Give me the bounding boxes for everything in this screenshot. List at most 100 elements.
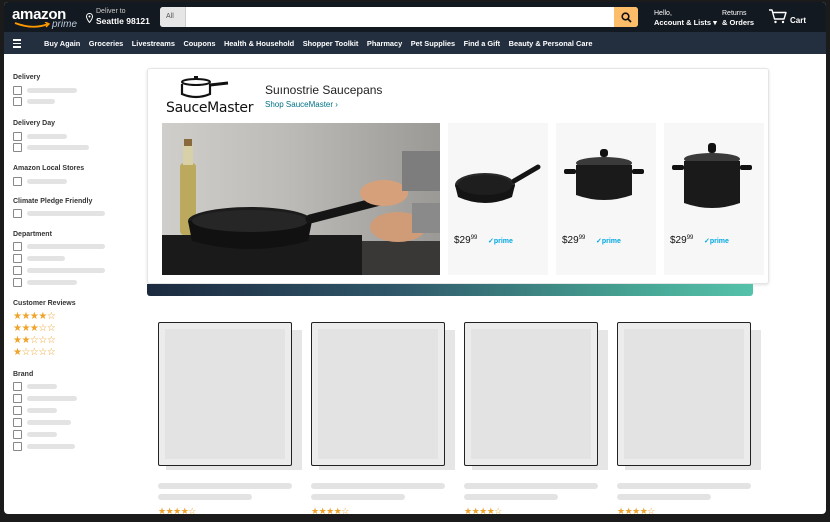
account-greeting: Hello, bbox=[654, 10, 672, 17]
filter-title-brand: Brand bbox=[13, 371, 34, 378]
product-image-placeholder[interactable] bbox=[464, 322, 598, 466]
filter-option-placeholder bbox=[27, 88, 77, 93]
nav-item-shopper-toolkit[interactable]: Shopper Toolkit bbox=[303, 39, 359, 48]
product-title-placeholder bbox=[311, 483, 445, 489]
returns-orders-link[interactable]: Returns & Orders bbox=[722, 9, 754, 27]
filter-option-placeholder bbox=[27, 134, 67, 139]
brand-logo[interactable]: SauceMaster bbox=[166, 74, 253, 116]
product-title-placeholder bbox=[158, 483, 292, 489]
product-rating-stars[interactable]: ★★★★☆ bbox=[158, 506, 196, 514]
rating-filter-3-stars[interactable]: ★★★☆☆ bbox=[13, 324, 56, 334]
account-lists-menu[interactable]: Hello, Account & Lists ▾ bbox=[654, 9, 717, 27]
product-image-placeholder[interactable] bbox=[158, 322, 292, 466]
product-image-placeholder[interactable] bbox=[311, 322, 445, 466]
product-tile[interactable] bbox=[464, 322, 608, 470]
filter-checkbox[interactable] bbox=[13, 254, 22, 263]
filter-option-placeholder bbox=[27, 268, 105, 273]
banner-product-card[interactable]: $2999 ✓prime bbox=[556, 123, 656, 275]
filter-checkbox[interactable] bbox=[13, 278, 22, 287]
search-button[interactable] bbox=[614, 7, 638, 27]
product-tile[interactable] bbox=[617, 322, 761, 470]
price-fraction: 99 bbox=[686, 235, 694, 241]
filter-option-placeholder bbox=[27, 420, 71, 425]
filter-option-placeholder bbox=[27, 280, 77, 285]
search-input[interactable] bbox=[187, 7, 612, 27]
filter-checkbox[interactable] bbox=[13, 418, 22, 427]
product-rating-stars[interactable]: ★★★★☆ bbox=[617, 506, 655, 514]
product-image-placeholder[interactable] bbox=[617, 322, 751, 466]
filter-checkbox[interactable] bbox=[13, 266, 22, 275]
filter-checkbox[interactable] bbox=[13, 382, 22, 391]
filter-checkbox[interactable] bbox=[13, 430, 22, 439]
filter-checkbox[interactable] bbox=[13, 97, 22, 106]
nav-item-health-household[interactable]: Health & Household bbox=[224, 39, 294, 48]
logo-prime-text: prime bbox=[52, 19, 78, 30]
prime-badge: ✓prime bbox=[488, 238, 513, 245]
filter-option-placeholder bbox=[27, 179, 67, 184]
deliver-to-location[interactable]: Deliver to Seattle 98121 bbox=[86, 7, 161, 29]
product-title-placeholder bbox=[617, 483, 751, 489]
nav-item-livestreams[interactable]: Livestreams bbox=[132, 39, 175, 48]
filter-checkbox[interactable] bbox=[13, 143, 22, 152]
saucepan-logo-icon bbox=[180, 76, 229, 99]
filter-option-placeholder bbox=[27, 396, 77, 401]
cart-icon bbox=[769, 9, 787, 24]
casserole-pot-icon bbox=[564, 149, 644, 200]
shop-brand-link[interactable]: Shop SauceMaster › bbox=[265, 100, 338, 109]
filter-checkbox[interactable] bbox=[13, 242, 22, 251]
filter-checkbox[interactable] bbox=[13, 394, 22, 403]
nav-item-pharmacy[interactable]: Pharmacy bbox=[367, 39, 402, 48]
filter-option-placeholder bbox=[27, 384, 57, 389]
smile-arrow-icon bbox=[14, 22, 51, 28]
nav-item-beauty[interactable]: Beauty & Personal Care bbox=[509, 39, 593, 48]
rating-filter-1-star[interactable]: ★☆☆☆☆ bbox=[13, 348, 56, 358]
product-title-placeholder bbox=[617, 494, 711, 500]
price-fraction: 99 bbox=[470, 235, 478, 241]
filter-title-local-stores: Amazon Local Stores bbox=[13, 165, 85, 172]
filter-option-placeholder bbox=[27, 408, 57, 413]
filter-title-customer-reviews: Customer Reviews bbox=[13, 300, 76, 307]
banner-title[interactable]: Suınostrie Saucepans bbox=[265, 83, 382, 97]
nav-item-find-a-gift[interactable]: Find a Gift bbox=[464, 39, 501, 48]
banner-product-card[interactable]: $2999 ✓prime bbox=[448, 123, 548, 275]
product-title-placeholder bbox=[311, 494, 405, 500]
nav-item-groceries[interactable]: Groceries bbox=[89, 39, 124, 48]
product-rating-stars[interactable]: ★★★★☆ bbox=[311, 506, 349, 514]
product-title-placeholder bbox=[464, 483, 598, 489]
product-price: $2999 bbox=[670, 235, 693, 246]
nav-item-buy-again[interactable]: Buy Again bbox=[44, 39, 80, 48]
product-rating-stars[interactable]: ★★★★☆ bbox=[464, 506, 502, 514]
location-pin-icon bbox=[86, 13, 93, 23]
nav-item-coupons[interactable]: Coupons bbox=[183, 39, 215, 48]
filter-checkbox[interactable] bbox=[13, 442, 22, 451]
nav-links: Buy Again Groceries Livestreams Coupons … bbox=[44, 32, 601, 54]
product-price: $2999 bbox=[562, 235, 585, 246]
search-category-select[interactable]: All bbox=[160, 7, 186, 27]
filter-option-placeholder bbox=[27, 211, 105, 216]
returns-label: Returns bbox=[722, 10, 747, 17]
filter-option-placeholder bbox=[27, 99, 55, 104]
filter-checkbox[interactable] bbox=[13, 406, 22, 415]
product-tile[interactable] bbox=[311, 322, 455, 470]
amazon-logo[interactable]: amazon prime bbox=[12, 6, 78, 30]
filter-checkbox[interactable] bbox=[13, 86, 22, 95]
search-category-label: All bbox=[166, 13, 174, 20]
product-price: $2999 bbox=[454, 235, 477, 246]
filter-checkbox[interactable] bbox=[13, 209, 22, 218]
banner-gradient-strip bbox=[147, 284, 753, 296]
banner-product-card[interactable]: $2999 ✓prime bbox=[664, 123, 764, 275]
account-lists-label: Account & Lists ▾ bbox=[654, 18, 717, 27]
filter-checkbox[interactable] bbox=[13, 177, 22, 186]
filter-checkbox[interactable] bbox=[13, 132, 22, 141]
filter-title-department: Department bbox=[13, 231, 52, 238]
hamburger-menu-icon[interactable] bbox=[13, 39, 21, 48]
rating-filter-2-stars[interactable]: ★★☆☆☆ bbox=[13, 336, 56, 346]
nav-item-pet-supplies[interactable]: Pet Supplies bbox=[411, 39, 455, 48]
cart-button[interactable]: Cart bbox=[768, 7, 808, 29]
product-title-placeholder bbox=[464, 494, 558, 500]
product-tile[interactable] bbox=[158, 322, 302, 470]
sponsored-brand-banner[interactable]: SauceMaster Suınostrie Saucepans Shop Sa… bbox=[147, 68, 769, 284]
filter-option-placeholder bbox=[27, 256, 65, 261]
hero-lifestyle-image[interactable] bbox=[162, 123, 440, 275]
rating-filter-4-stars[interactable]: ★★★★☆ bbox=[13, 312, 56, 322]
